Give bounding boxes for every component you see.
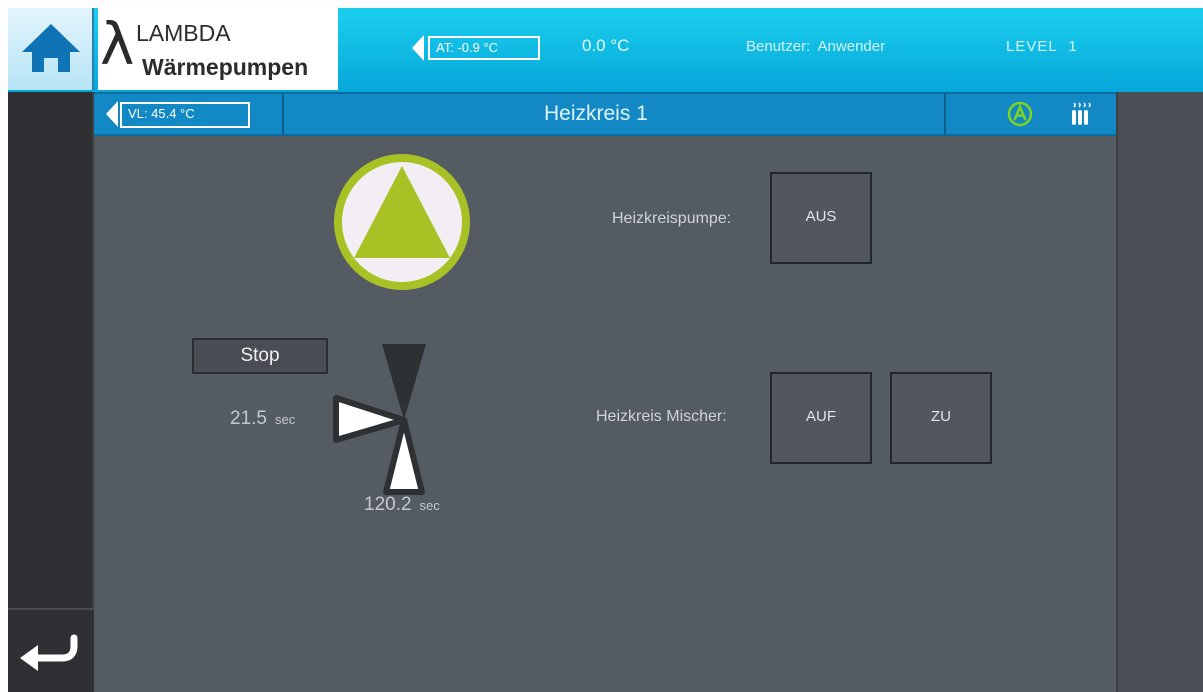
mixing-valve-icon[interactable] [328,340,438,500]
left-sidebar [8,92,94,692]
pump-icon[interactable] [332,154,472,290]
mixer-open-time: 21.5 sec [230,408,295,430]
radiator-icon[interactable] [1068,101,1094,127]
level-label: LEVEL 1 [1006,38,1078,55]
back-button[interactable] [8,608,94,692]
page-title: Heizkreis 1 [544,102,648,125]
pump-label: Heizkreispumpe: [612,210,732,227]
mixer-close-time: 120.2 sec [364,494,440,516]
lambda-logo: λ LAMBDA Wärmepumpen [98,8,338,90]
stop-button[interactable]: Stop [192,338,328,374]
outdoor-temp-arrow-icon [412,35,424,61]
outdoor-temp-badge[interactable]: AT: -0.9 °C [428,36,540,60]
mixer-close-button[interactable]: ZU [890,372,992,464]
home-icon [22,24,80,72]
title-bar: VL: 45.4 °C Heizkreis 1 [94,92,1116,136]
outdoor-temp-value: 0.0 °C [582,36,630,55]
sec-unit: sec [274,412,296,427]
auto-mode-icon[interactable] [1006,100,1034,128]
flow-temp-badge[interactable]: VL: 45.4 °C [120,102,250,128]
mixer-label: Heizkreis Mischer: [596,408,727,425]
mixer-open-button[interactable]: AUF [770,372,872,464]
flow-temp-arrow-icon [106,101,118,127]
mixer-open-time-value: 21.5 [230,408,267,429]
home-button[interactable] [8,8,94,90]
user-label: Benutzer: Anwender [746,38,886,55]
return-arrow-icon [20,634,78,671]
title-divider [944,94,946,134]
title-divider [282,94,284,134]
right-sidebar [1116,92,1203,692]
logo-brand: LAMBDA [136,20,231,46]
top-bar: λ LAMBDA Wärmepumpen AT: -0.9 °C 0.0 °C … [8,8,1203,92]
screen: λ LAMBDA Wärmepumpen AT: -0.9 °C 0.0 °C … [8,8,1203,692]
mixer-close-time-value: 120.2 [364,494,412,515]
logo-subtitle: Wärmepumpen [142,54,309,80]
lambda-symbol: λ [100,10,135,78]
pump-off-button[interactable]: AUS [770,172,872,264]
sec-unit: sec [419,498,440,513]
